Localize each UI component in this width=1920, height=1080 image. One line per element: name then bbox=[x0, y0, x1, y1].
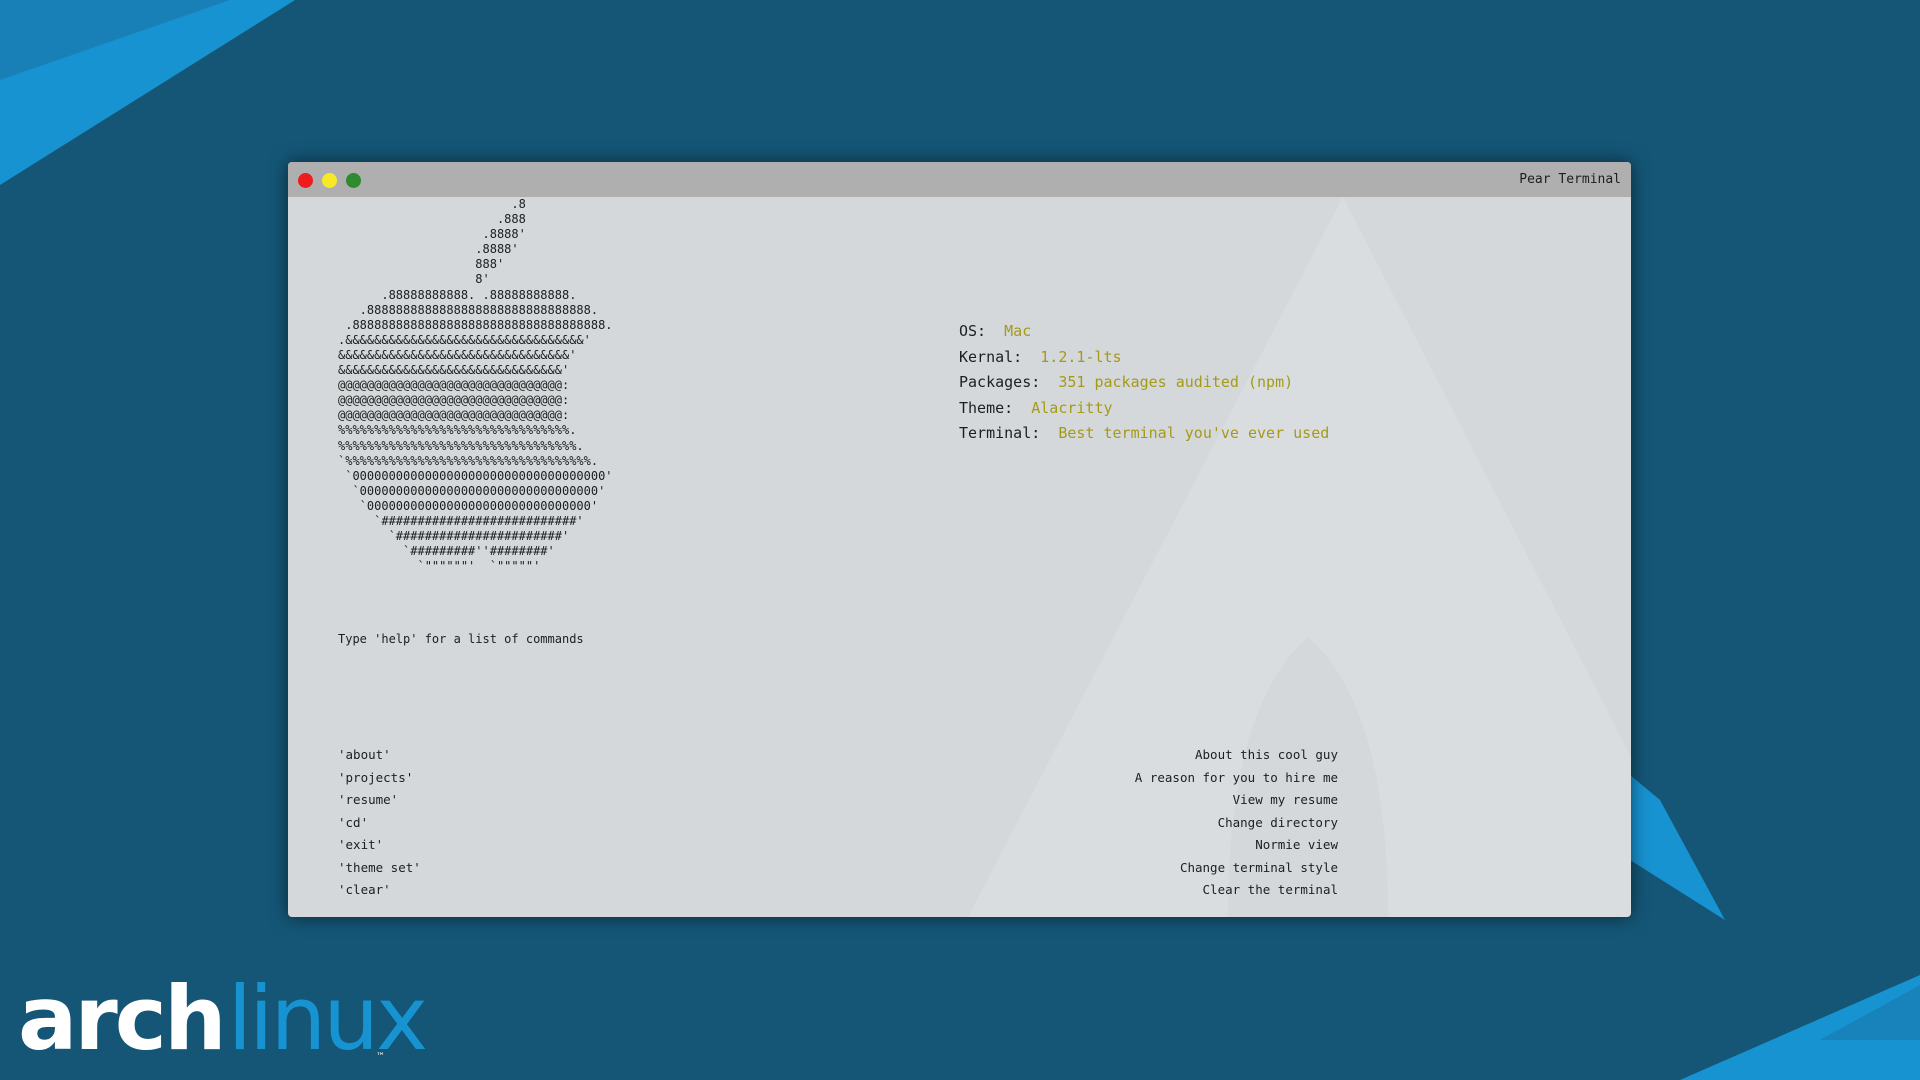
command-name: 'about' bbox=[338, 747, 391, 762]
sysinfo-value: 1.2.1-lts bbox=[1040, 347, 1122, 366]
sysinfo-theme: Theme: Alacritty bbox=[959, 396, 1329, 422]
wallpaper-shape-right bbox=[1630, 775, 1725, 920]
window-titlebar[interactable]: Pear Terminal bbox=[288, 162, 1631, 197]
command-row[interactable]: 'projects' A reason for you to hire me bbox=[338, 767, 1338, 790]
command-description: Change directory bbox=[1217, 814, 1338, 830]
command-list: 'about' About this cool guy 'projects' A r… bbox=[338, 744, 1338, 902]
window-title: Pear Terminal bbox=[1519, 172, 1621, 187]
command-name: 'projects' bbox=[338, 769, 414, 785]
command-description: A reason for you to hire me bbox=[1134, 769, 1338, 785]
logo-linux-text: linux bbox=[227, 967, 429, 1070]
pear-ascii-art: .8 .888 .8888' .8888' 888' 8' .888888888… bbox=[338, 197, 613, 574]
sysinfo-label: Theme: bbox=[959, 398, 1014, 417]
command-row[interactable]: 'cd' Change directory bbox=[338, 812, 1338, 835]
terminal-body[interactable]: .8 .888 .8888' .8888' 888' 8' .888888888… bbox=[288, 197, 1631, 917]
sysinfo-label: Kernal: bbox=[959, 347, 1023, 366]
sysinfo-value: 351 packages audited (npm) bbox=[1058, 373, 1294, 392]
minimize-button[interactable] bbox=[322, 173, 337, 188]
logo-arch-text: arch bbox=[18, 967, 227, 1070]
command-row[interactable]: 'resume' View my resume bbox=[338, 789, 1338, 812]
command-row[interactable]: 'clear' Clear the terminal bbox=[338, 879, 1338, 902]
command-row[interactable]: 'theme set' Change terminal style bbox=[338, 857, 1338, 880]
command-name: 'resume' bbox=[338, 792, 399, 807]
terminal-window[interactable]: Pear Terminal .8 .888 .8888' .8888' 888'… bbox=[288, 162, 1631, 917]
command-description: Clear the terminal bbox=[1202, 882, 1338, 897]
system-info: OS: Mac Kernal: 1.2.1-lts Packages: 351 … bbox=[959, 319, 1329, 447]
help-hint: Type 'help' for a list of commands bbox=[338, 632, 584, 646]
close-button[interactable] bbox=[298, 173, 313, 188]
command-row[interactable]: 'exit' Normie view bbox=[338, 834, 1338, 857]
sysinfo-label: Terminal: bbox=[959, 424, 1041, 443]
command-name: 'clear' bbox=[338, 882, 391, 897]
sysinfo-value: Mac bbox=[1004, 322, 1032, 340]
sysinfo-value: Best terminal you've ever used bbox=[1058, 424, 1330, 443]
command-name: 'cd' bbox=[338, 814, 369, 830]
command-row[interactable]: 'about' About this cool guy bbox=[338, 744, 1338, 767]
sysinfo-label: Packages: bbox=[959, 373, 1041, 392]
sysinfo-packages: Packages: 351 packages audited (npm) bbox=[959, 370, 1329, 396]
maximize-button[interactable] bbox=[346, 173, 361, 188]
command-name: 'exit' bbox=[338, 837, 384, 852]
sysinfo-label: OS: bbox=[959, 322, 987, 340]
sysinfo-kernal: Kernal: 1.2.1-lts bbox=[959, 345, 1329, 371]
command-description: Change terminal style bbox=[1179, 859, 1338, 875]
sysinfo-value: Alacritty bbox=[1031, 398, 1113, 417]
archlinux-logo: archlinux bbox=[18, 975, 428, 1063]
command-description: Normie view bbox=[1255, 837, 1338, 852]
sysinfo-os: OS: Mac bbox=[959, 319, 1329, 345]
command-description: About this cool guy bbox=[1195, 747, 1338, 762]
command-name: 'theme set' bbox=[338, 859, 421, 875]
logo-trademark: ™ bbox=[376, 1052, 385, 1062]
command-description: View my resume bbox=[1232, 792, 1338, 807]
sysinfo-terminal: Terminal: Best terminal you've ever used bbox=[959, 421, 1329, 447]
